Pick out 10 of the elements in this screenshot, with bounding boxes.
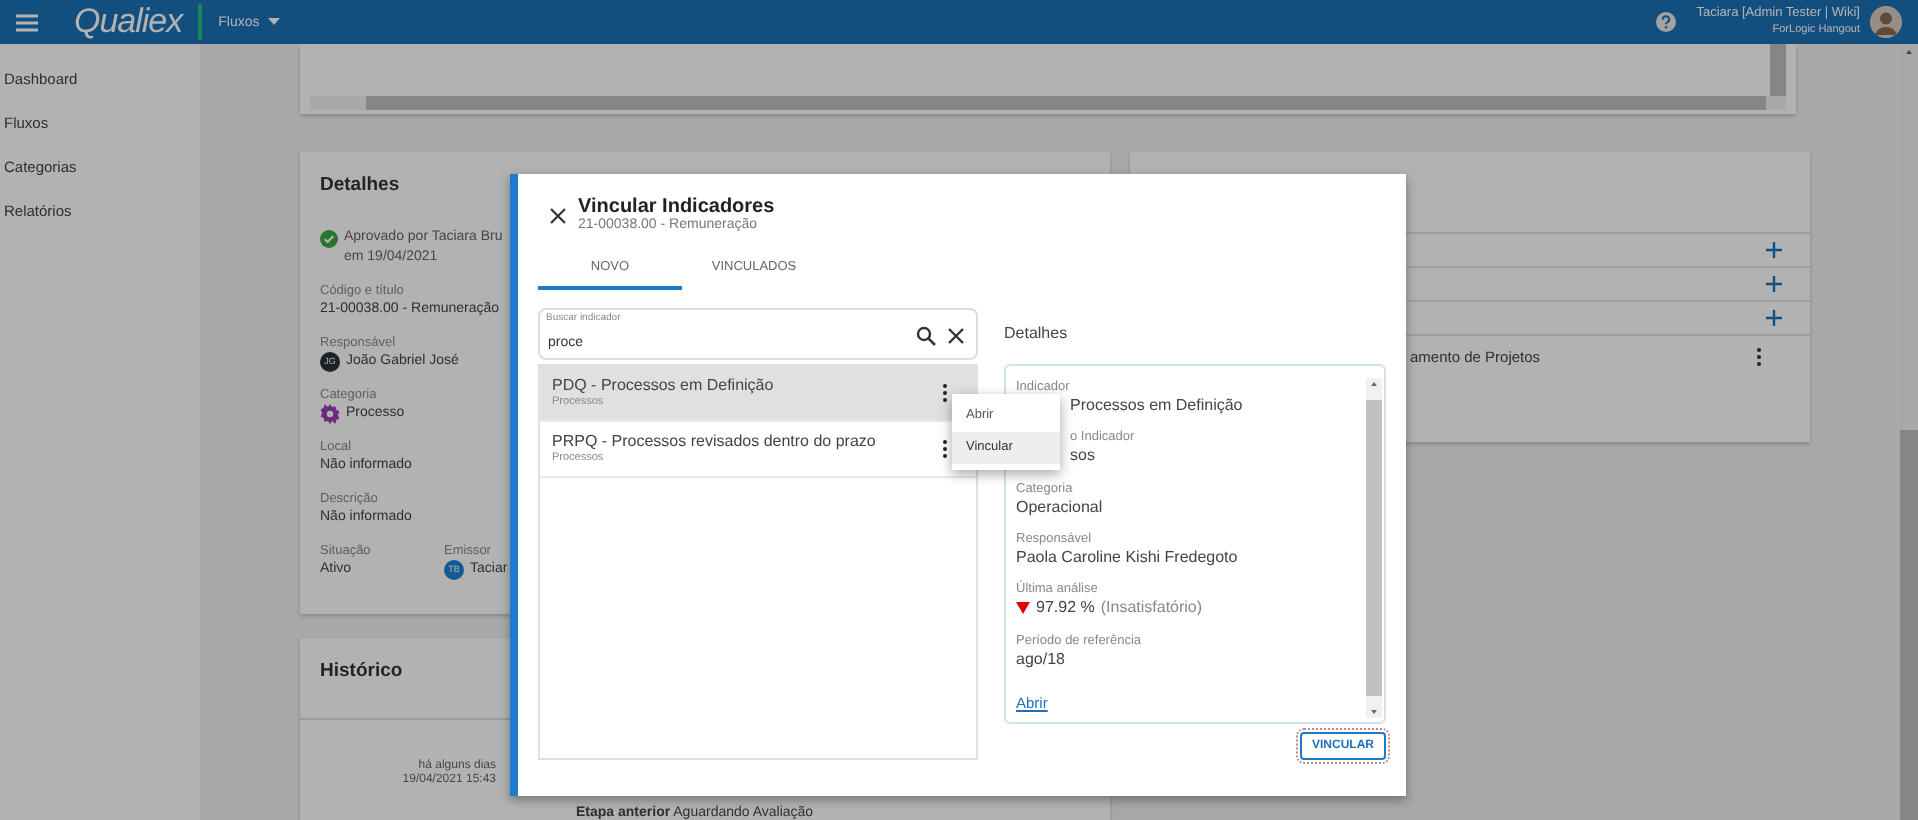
field-value: Operacional <box>1016 497 1103 518</box>
field-note: (Insatisfatório) <box>1100 598 1203 619</box>
section-heading: Detalhes <box>1004 322 1070 346</box>
field-value: 97.92 % <box>1036 598 1095 619</box>
field-value: sos <box>1070 446 1095 467</box>
field-value: Paola Caroline Kishi Fredegoto <box>1016 547 1238 568</box>
card-title: Detalhes <box>320 174 402 196</box>
field-value: ago/18 <box>1016 649 1065 670</box>
dialog-title: Vincular Indicadores <box>578 196 775 218</box>
field-value: Processos em Definição <box>1070 396 1243 416</box>
